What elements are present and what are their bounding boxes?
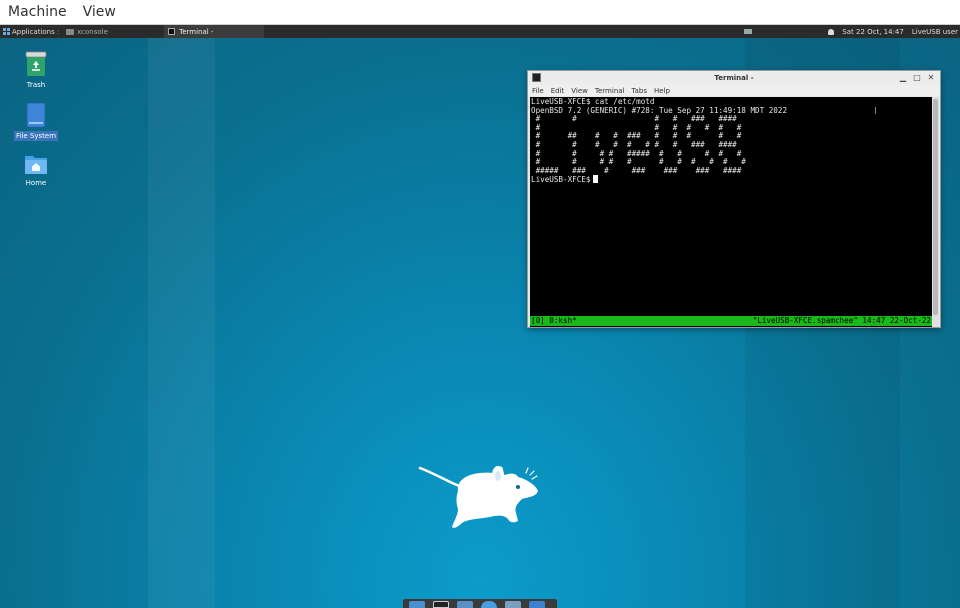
taskbar-label: Terminal - <box>179 27 214 36</box>
xfce-mouse-logo <box>418 466 538 528</box>
terminal-window-icon <box>532 73 541 82</box>
desktop-icon-label: Home <box>25 179 47 187</box>
maximize-icon[interactable]: □ <box>912 72 922 83</box>
tmux-status-left: [0] 0:ksh* <box>531 316 577 325</box>
taskbar-item-terminal[interactable]: Terminal - <box>164 25 265 38</box>
app-finder-launcher-icon[interactable] <box>505 601 521 608</box>
desktop-icon-trash[interactable]: Trash <box>6 51 66 90</box>
bottom-dock <box>403 599 557 608</box>
host-menubar: Machine View <box>0 0 960 25</box>
host-menu-view[interactable]: View <box>75 0 124 25</box>
folder-launcher-icon[interactable] <box>529 601 545 608</box>
desktop-icon-file-system[interactable]: File System <box>6 102 66 141</box>
terminal-scrollbar[interactable] <box>932 97 939 327</box>
terminal-menu-file[interactable]: File <box>532 87 544 95</box>
user-menu[interactable]: LiveUSB user <box>912 28 958 36</box>
notification-bell-icon[interactable] <box>828 28 835 35</box>
terminal-menu-edit[interactable]: Edit <box>551 87 565 95</box>
web-browser-launcher-icon[interactable] <box>481 601 497 608</box>
terminal-screen[interactable]: LiveUSB-XFCE$ cat /etc/motd OpenBSD 7.2 … <box>530 97 932 327</box>
terminal-menu-help[interactable]: Help <box>654 87 670 95</box>
panel-clock[interactable]: Sat 22 Oct, 14:47 <box>842 28 904 36</box>
home-folder-icon <box>25 156 47 174</box>
terminal-prompt: LiveUSB-XFCE$ <box>531 175 591 185</box>
tmux-status-bar: [0] 0:ksh* "LiveUSB-XFCE.spamchee" 14:47… <box>530 316 932 326</box>
drive-icon <box>26 102 46 128</box>
desktop-icon-home[interactable]: Home <box>6 153 66 188</box>
close-icon[interactable]: ✕ <box>926 72 936 83</box>
terminal-icon <box>168 28 176 35</box>
desktop-icon-label: Trash <box>26 81 46 89</box>
show-desktop-icon[interactable] <box>409 601 425 608</box>
panel-separator: : <box>56 27 60 36</box>
terminal-menubar: File Edit View Terminal Tabs Help <box>528 85 940 96</box>
taskbar-item-xconsole[interactable]: xconsole <box>62 25 160 38</box>
applications-menu-button[interactable]: Applications : <box>0 25 62 38</box>
applications-label: Applications <box>12 27 55 36</box>
terminal-output: LiveUSB-XFCE$ cat /etc/motd OpenBSD 7.2 … <box>531 97 787 185</box>
terminal-launcher-icon[interactable] <box>433 601 449 608</box>
top-panel: Applications : xconsole Terminal - Sat 2… <box>0 25 960 38</box>
host-menu-machine[interactable]: Machine <box>0 0 75 25</box>
terminal-titlebar[interactable]: Terminal - ▁ □ ✕ <box>528 71 940 85</box>
terminal-title: Terminal - <box>714 74 754 82</box>
network-icon[interactable] <box>744 29 753 34</box>
scrollbar-thumb[interactable] <box>933 99 938 315</box>
terminal-menu-terminal[interactable]: Terminal <box>595 87 625 95</box>
taskbar-label: xconsole <box>77 27 108 36</box>
desktop-icon-label: File System <box>13 131 59 141</box>
trash-icon <box>25 51 47 76</box>
tmux-status-right: "LiveUSB-XFCE.spamchee" 14:47 22-Oct-22 <box>752 316 931 325</box>
file-manager-launcher-icon[interactable] <box>457 601 473 608</box>
terminal-menu-tabs[interactable]: Tabs <box>632 87 648 95</box>
minimize-icon[interactable]: ▁ <box>898 72 908 83</box>
terminal-cursor <box>593 175 599 184</box>
xconsole-icon <box>66 28 75 35</box>
terminal-prompt-line: LiveUSB-XFCE$ <box>531 175 787 185</box>
applications-icon <box>3 28 10 35</box>
terminal-line: ##### ### # ### ### ### #### <box>531 165 742 175</box>
terminal-menu-view[interactable]: View <box>571 87 588 95</box>
text-cursor-icon: I <box>874 106 877 117</box>
